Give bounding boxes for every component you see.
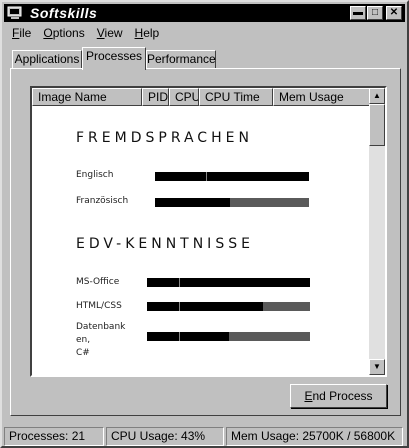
vertical-scrollbar[interactable]: ▲ ▼ xyxy=(369,88,385,375)
arrow-down-icon: ▼ xyxy=(373,362,381,371)
menu-file[interactable]: File xyxy=(6,24,37,42)
menu-help[interactable]: Help xyxy=(129,24,166,42)
column-header-pid[interactable]: PID xyxy=(142,88,169,106)
skill-label-html-css: HTML/CSS xyxy=(76,301,122,311)
skill-label-ms-office: MS-Office xyxy=(76,277,120,287)
section-heading-languages: FREMDSPRACHEN xyxy=(76,130,253,146)
menu-bar: File Options View Help xyxy=(6,24,165,42)
process-list[interactable]: Image Name PID CPU CPU Time Mem Usage FR… xyxy=(30,86,387,377)
close-icon: ✕ xyxy=(389,7,399,18)
bar-divider xyxy=(179,332,180,341)
menu-view[interactable]: View xyxy=(91,24,129,42)
tab-performance[interactable]: Performance xyxy=(146,50,216,69)
minimize-icon: ▬ xyxy=(353,7,363,18)
skill-bar-fill xyxy=(147,278,310,287)
skill-bar-ms-office xyxy=(147,278,310,287)
bar-divider xyxy=(179,278,180,287)
skill-label-datenbanken: Datenbank en, C# xyxy=(76,322,126,358)
taskmgr-icon xyxy=(7,6,22,19)
task-manager-window: Softskills ▬ □ ✕ File Options View Help … xyxy=(0,0,409,448)
maximize-button[interactable]: □ xyxy=(367,6,383,20)
arrow-up-icon: ▲ xyxy=(373,91,381,100)
bar-divider xyxy=(206,172,207,181)
end-process-button[interactable]: End Process xyxy=(290,384,387,408)
tab-applications[interactable]: Applications xyxy=(12,50,82,69)
skill-label-englisch: Englisch xyxy=(76,170,114,180)
skill-bar-fill xyxy=(155,172,309,181)
column-header-mem-usage[interactable]: Mem Usage xyxy=(273,88,371,106)
tab-processes[interactable]: Processes xyxy=(82,47,146,70)
status-processes: Processes: 21 xyxy=(4,427,104,446)
skill-bar-fill xyxy=(147,302,263,311)
menu-options[interactable]: Options xyxy=(37,24,90,42)
maximize-icon: □ xyxy=(371,7,379,18)
column-header-image-name[interactable]: Image Name xyxy=(32,88,142,106)
cv-content: FREMDSPRACHEN Englisch Französisch EDV-K… xyxy=(32,106,371,375)
status-cpu-usage: CPU Usage: 43% xyxy=(106,427,224,446)
scroll-down-button[interactable]: ▼ xyxy=(369,359,385,375)
skill-bar-fill xyxy=(155,198,231,207)
column-headers: Image Name PID CPU CPU Time Mem Usage xyxy=(32,88,371,106)
section-heading-it: EDV-KENNTNISSE xyxy=(76,236,254,252)
skill-bar-englisch xyxy=(155,172,309,181)
skill-bar-fill xyxy=(147,332,229,341)
title-bar[interactable]: Softskills ▬ □ ✕ xyxy=(4,4,405,22)
status-bar: Processes: 21 CPU Usage: 43% Mem Usage: … xyxy=(4,427,405,446)
window-title: Softskills xyxy=(30,5,98,21)
skill-bar-franzoesisch xyxy=(155,198,309,207)
skill-bar-html-css xyxy=(147,302,310,311)
minimize-button[interactable]: ▬ xyxy=(350,6,366,20)
column-header-cpu[interactable]: CPU xyxy=(169,88,199,106)
skill-bar-datenbanken xyxy=(147,332,310,341)
bar-divider xyxy=(179,302,180,311)
close-button[interactable]: ✕ xyxy=(386,6,402,20)
scroll-thumb[interactable] xyxy=(369,104,385,146)
scroll-up-button[interactable]: ▲ xyxy=(369,88,385,104)
skill-label-franzoesisch: Französisch xyxy=(76,196,129,206)
status-mem-usage: Mem Usage: 25700K / 56800K xyxy=(226,427,403,446)
column-header-cpu-time[interactable]: CPU Time xyxy=(199,88,273,106)
